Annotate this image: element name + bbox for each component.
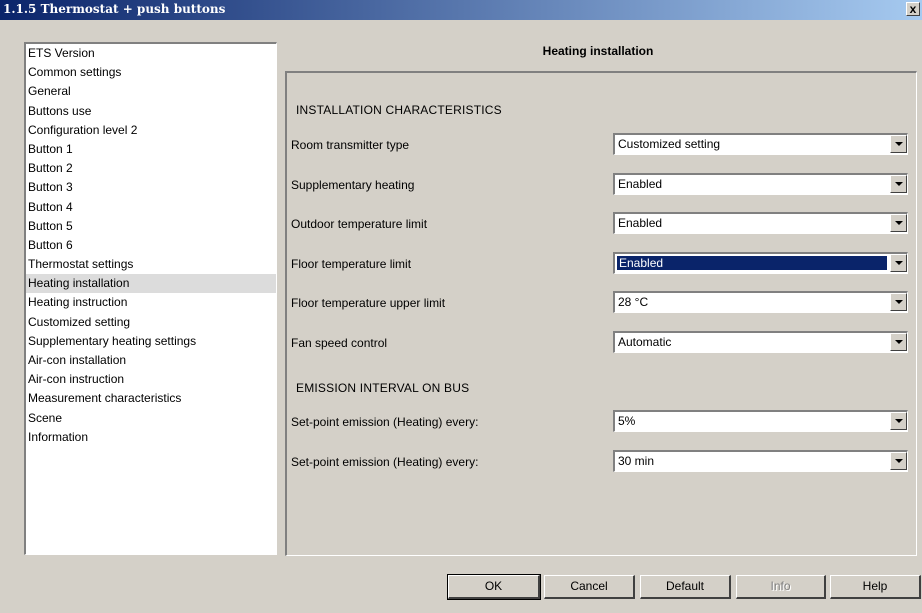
fan-speed-control-select[interactable]: Automatic	[613, 331, 908, 353]
list-item-information[interactable]: Information	[26, 428, 276, 447]
window-title: 1.1.5 Thermostat + push buttons	[3, 2, 226, 16]
setpoint-emission-percent-select[interactable]: 5%	[613, 410, 908, 432]
setpoint-emission-percent-value: 5%	[618, 414, 636, 428]
supplementary-heating-select[interactable]: Enabled	[613, 173, 908, 195]
setpoint-emission-time-value: 30 min	[618, 454, 655, 468]
list-item-common-settings[interactable]: Common settings	[26, 63, 276, 82]
room-transmitter-type-select[interactable]: Customized setting	[613, 133, 908, 155]
list-item-button-3[interactable]: Button 3	[26, 178, 276, 197]
list-item-button-2[interactable]: Button 2	[26, 159, 276, 178]
list-item-air-con-instruction[interactable]: Air-con instruction	[26, 370, 276, 389]
supplementary-heating-value: Enabled	[618, 177, 663, 191]
outdoor-temperature-limit-label: Outdoor temperature limit	[291, 217, 428, 231]
floor-temperature-upper-limit-value: 28 °C	[618, 295, 649, 309]
list-item-configuration-level-2[interactable]: Configuration level 2	[26, 121, 276, 140]
room-transmitter-type-value: Customized setting	[618, 137, 721, 151]
chevron-down-icon[interactable]	[890, 293, 907, 311]
supplementary-heating-label: Supplementary heating	[291, 178, 415, 192]
chevron-down-icon[interactable]	[890, 412, 907, 430]
chevron-down-icon[interactable]	[890, 254, 907, 272]
help-button[interactable]: Help	[830, 575, 921, 599]
list-item-button-6[interactable]: Button 6	[26, 236, 276, 255]
outdoor-temperature-limit-select[interactable]: Enabled	[613, 212, 908, 234]
list-item-measurement-characteristics[interactable]: Measurement characteristics	[26, 389, 276, 408]
setpoint-emission-time-label: Set-point emission (Heating) every:	[291, 455, 479, 469]
floor-temperature-limit-label: Floor temperature limit	[291, 257, 412, 271]
chevron-down-icon[interactable]	[890, 135, 907, 153]
close-button[interactable]: x	[906, 2, 920, 16]
list-item-thermostat-settings[interactable]: Thermostat settings	[26, 255, 276, 274]
cancel-button[interactable]: Cancel	[544, 575, 635, 599]
list-item-scene[interactable]: Scene	[26, 409, 276, 428]
list-item-etc-version[interactable]: ETS Version	[26, 44, 276, 63]
page-title: Heating installation	[542, 44, 654, 58]
list-item-air-con-installation[interactable]: Air-con installation	[26, 351, 276, 370]
list-item-buttons-use[interactable]: Buttons use	[26, 102, 276, 121]
chevron-down-icon[interactable]	[890, 333, 907, 351]
list-item-supplementary-heating-settings[interactable]: Supplementary heating settings	[26, 332, 276, 351]
list-item-button-1[interactable]: Button 1	[26, 140, 276, 159]
setpoint-emission-percent-label: Set-point emission (Heating) every:	[291, 415, 479, 429]
emission-interval-heading: EMISSION INTERVAL ON BUS	[296, 381, 470, 395]
floor-temperature-limit-select[interactable]: Enabled	[613, 252, 908, 274]
room-transmitter-type-label: Room transmitter type	[291, 138, 410, 152]
ok-button[interactable]: OK	[447, 574, 541, 600]
fan-speed-control-value: Automatic	[618, 335, 672, 349]
list-item-heating-instruction[interactable]: Heating instruction	[26, 293, 276, 312]
outdoor-temperature-limit-value: Enabled	[618, 216, 663, 230]
list-item-button-5[interactable]: Button 5	[26, 217, 276, 236]
floor-temperature-upper-limit-select[interactable]: 28 °C	[613, 291, 908, 313]
title-bar: 1.1.5 Thermostat + push buttons x	[0, 0, 922, 20]
list-item-general[interactable]: General	[26, 82, 276, 101]
list-item-heating-installation[interactable]: Heating installation	[26, 274, 276, 294]
floor-temperature-upper-limit-label: Floor temperature upper limit	[291, 296, 446, 310]
list-item-button-4[interactable]: Button 4	[26, 198, 276, 217]
info-button: Info	[736, 575, 826, 599]
chevron-down-icon[interactable]	[890, 214, 907, 232]
list-item-customized-setting[interactable]: Customized setting	[26, 313, 276, 332]
default-button[interactable]: Default	[640, 575, 731, 599]
chevron-down-icon[interactable]	[890, 452, 907, 470]
floor-temperature-limit-value: Enabled	[617, 256, 887, 270]
setpoint-emission-time-select[interactable]: 30 min	[613, 450, 908, 472]
fan-speed-control-label: Fan speed control	[291, 336, 388, 350]
installation-characteristics-heading: INSTALLATION CHARACTERISTICS	[296, 103, 502, 117]
parameter-page-list[interactable]: ETS Version Common settings General Butt…	[24, 42, 277, 555]
chevron-down-icon[interactable]	[890, 175, 907, 193]
